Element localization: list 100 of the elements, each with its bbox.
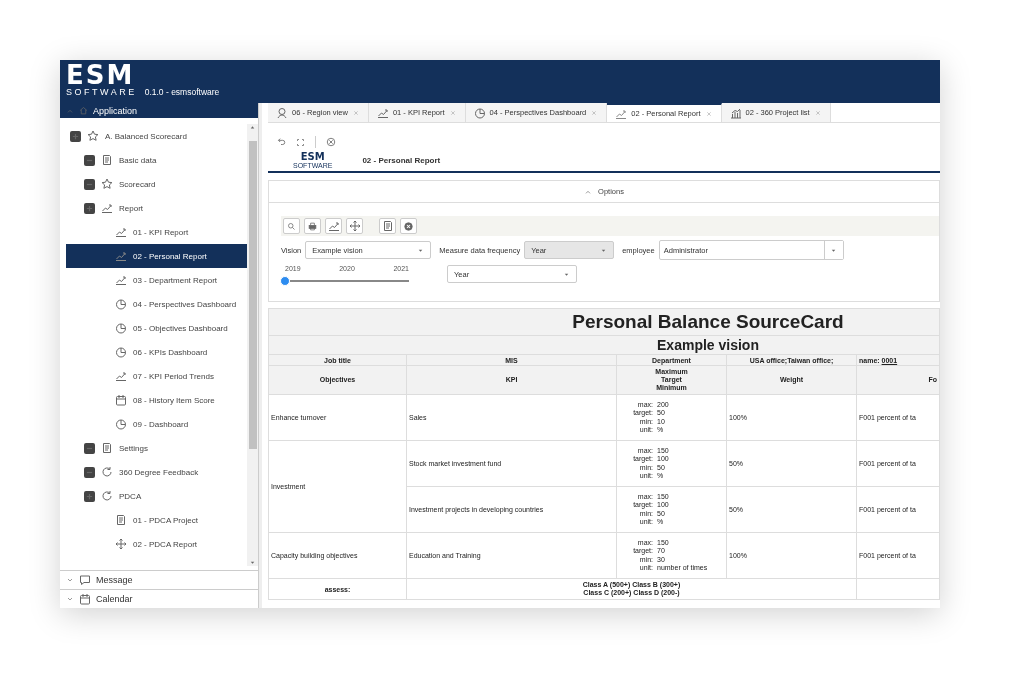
tree-item[interactable]: 02 - Personal Report bbox=[66, 244, 247, 268]
document-icon bbox=[381, 220, 394, 232]
tree-item-label: 07 - KPI Period Trends bbox=[133, 371, 214, 381]
undo-icon bbox=[276, 137, 286, 147]
fullscreen-icon bbox=[296, 137, 305, 147]
close-circle-icon bbox=[404, 221, 413, 231]
close-icon bbox=[448, 108, 457, 117]
collapse-toggle[interactable] bbox=[84, 466, 95, 478]
panel-label: Calendar bbox=[96, 594, 133, 604]
app-logo: ESM SOFTWARE bbox=[66, 62, 137, 97]
chart-icon bbox=[376, 106, 389, 119]
close-icon bbox=[351, 108, 360, 117]
move-icon bbox=[348, 220, 361, 232]
tree-item[interactable]: 01 - PDCA Project bbox=[66, 508, 247, 532]
tree-item-label: PDCA bbox=[119, 491, 142, 501]
tree-item[interactable]: 05 - Objectives Dashboard bbox=[66, 316, 247, 340]
tree-item[interactable]: 06 - KPIs Dashboard bbox=[66, 340, 247, 364]
move-icon bbox=[115, 538, 127, 550]
calendar-icon bbox=[79, 593, 91, 605]
tree-item[interactable]: 04 - Perspectives Dashboard bbox=[66, 292, 247, 316]
clear-button[interactable] bbox=[400, 218, 417, 234]
chart-icon bbox=[101, 202, 113, 214]
panel-header[interactable]: Calendar bbox=[60, 589, 258, 608]
person-icon bbox=[276, 106, 288, 119]
caret-down-icon bbox=[249, 559, 256, 566]
tree-item[interactable]: Scorecard bbox=[66, 172, 247, 196]
plus-icon bbox=[85, 491, 94, 501]
chart-icon bbox=[327, 220, 340, 232]
collapse-toggle[interactable] bbox=[84, 442, 95, 454]
tree-item-label: 360 Degree Feedback bbox=[119, 467, 199, 477]
chart-button[interactable] bbox=[325, 218, 342, 234]
chart-icon bbox=[115, 250, 127, 262]
tree-item-label: Scorecard bbox=[119, 179, 156, 189]
move-button[interactable] bbox=[346, 218, 363, 234]
chat-icon bbox=[79, 574, 91, 586]
tree-item[interactable]: Report bbox=[66, 196, 247, 220]
report-title: Personal Balance SourceCard bbox=[268, 308, 940, 336]
export-button[interactable] bbox=[379, 218, 396, 234]
tree-item[interactable]: Settings bbox=[66, 436, 247, 460]
pie-chart-icon bbox=[115, 298, 127, 310]
chart-icon bbox=[615, 107, 628, 120]
tree-item[interactable]: 08 - History Item Score bbox=[66, 388, 247, 412]
tree-item[interactable]: 09 - Dashboard bbox=[66, 412, 247, 436]
search-icon bbox=[287, 221, 296, 231]
tree-item[interactable]: 07 - KPI Period Trends bbox=[66, 364, 247, 388]
close-icon bbox=[813, 108, 822, 117]
chevron-down-icon bbox=[66, 595, 74, 603]
application-header[interactable]: Application bbox=[60, 103, 258, 118]
pie-chart-icon bbox=[115, 418, 127, 430]
tree-item-label: 02 - PDCA Report bbox=[133, 539, 198, 549]
application-label: Application bbox=[93, 105, 138, 116]
star-icon bbox=[101, 178, 113, 190]
expand-toggle[interactable] bbox=[84, 202, 95, 214]
close-icon bbox=[590, 108, 599, 117]
panel-label: Message bbox=[96, 575, 133, 585]
version-label: 0.1.0 - esmsoftware bbox=[144, 87, 220, 97]
slider-thumb[interactable] bbox=[280, 276, 290, 286]
page-title: 02 - Personal Report bbox=[362, 155, 441, 165]
pie-chart-icon bbox=[473, 106, 486, 119]
tree-item-label: 04 - Perspectives Dashboard bbox=[133, 299, 237, 309]
pie-chart-icon bbox=[115, 346, 127, 358]
cycle-icon bbox=[101, 490, 113, 502]
tree-item-label: 02 - Personal Report bbox=[133, 251, 207, 261]
close-icon bbox=[704, 109, 713, 118]
expand-toggle[interactable] bbox=[84, 490, 95, 502]
tree-item-label: Report bbox=[119, 203, 143, 213]
plus-icon bbox=[85, 203, 94, 213]
tree-item-label: 09 - Dashboard bbox=[133, 419, 189, 429]
calendar-icon bbox=[115, 394, 127, 406]
chart-icon bbox=[115, 226, 127, 238]
tree-item-label: Basic data bbox=[119, 155, 157, 165]
tree-item-label: 03 - Department Report bbox=[133, 275, 218, 285]
printer-icon bbox=[308, 221, 317, 231]
expand-toggle[interactable] bbox=[70, 130, 81, 142]
tree-item-label: 06 - KPIs Dashboard bbox=[133, 347, 208, 357]
scrollbar[interactable] bbox=[247, 124, 258, 566]
tree-item[interactable]: 02 - PDCA Report bbox=[66, 532, 247, 556]
plus-icon bbox=[71, 131, 80, 141]
tree-item[interactable]: 360 Degree Feedback bbox=[66, 460, 247, 484]
document-icon bbox=[115, 514, 127, 526]
chart-icon bbox=[115, 370, 127, 382]
tree-item[interactable]: 01 - KPI Report bbox=[66, 220, 247, 244]
collapse-toggle[interactable] bbox=[84, 178, 95, 190]
document-icon bbox=[101, 442, 113, 454]
tree-item-label: 08 - History Item Score bbox=[133, 395, 215, 405]
tree-item-label: 01 - PDCA Project bbox=[133, 515, 198, 525]
tree-item[interactable]: Basic data bbox=[66, 148, 247, 172]
close-icon bbox=[326, 137, 336, 147]
collapse-toggle[interactable] bbox=[84, 154, 95, 166]
tree-item[interactable]: PDCA bbox=[66, 484, 247, 508]
tree-item[interactable]: 03 - Department Report bbox=[66, 268, 247, 292]
panel-header[interactable]: Message bbox=[60, 570, 258, 589]
document-icon bbox=[101, 154, 113, 166]
tree-item-label: A. Balanced Scorecard bbox=[105, 131, 187, 141]
tree-item-label: Settings bbox=[119, 443, 148, 453]
home-icon bbox=[79, 106, 88, 115]
print-button[interactable] bbox=[304, 218, 321, 234]
tree-item-label: 05 - Objectives Dashboard bbox=[133, 323, 228, 333]
tree-item-label: 01 - KPI Report bbox=[133, 227, 189, 237]
tree-item[interactable]: A. Balanced Scorecard bbox=[66, 124, 247, 148]
